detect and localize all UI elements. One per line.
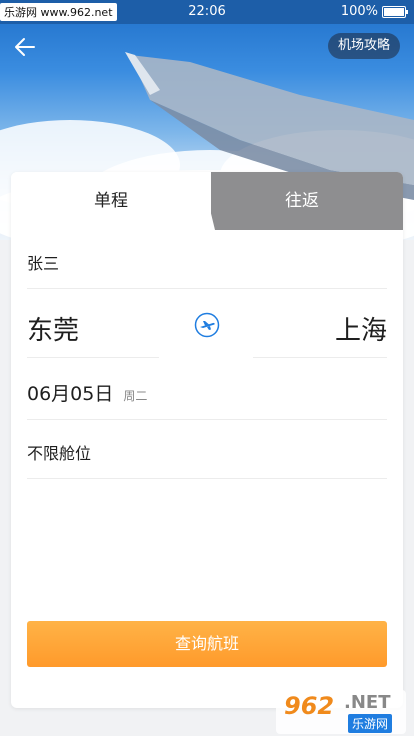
- watermark-number: 962: [284, 692, 335, 720]
- site-watermark: 962 .NET 乐游网: [276, 690, 406, 734]
- tab-one-way[interactable]: 单程: [11, 172, 211, 230]
- battery-icon: [382, 5, 408, 18]
- departure-city[interactable]: 东莞: [27, 310, 79, 347]
- date-field[interactable]: 06月05日 周二: [27, 379, 387, 406]
- battery-percent: 100%: [340, 4, 378, 19]
- tab-round-trip[interactable]: 往返: [201, 172, 403, 230]
- cabin-class-field[interactable]: 不限舱位: [27, 440, 387, 464]
- search-flights-button[interactable]: 查询航班: [27, 621, 387, 667]
- weekday-label: 周二: [123, 389, 148, 403]
- divider: [253, 357, 387, 358]
- divider: [27, 357, 159, 358]
- passenger-field[interactable]: 张三: [27, 250, 387, 274]
- divider: [27, 288, 387, 289]
- back-arrow-icon[interactable]: [12, 34, 38, 60]
- divider: [27, 478, 387, 479]
- status-bar: 乐游网 www.962.net 22:06 100%: [0, 0, 414, 24]
- airport-guide-button[interactable]: 机场攻略: [327, 33, 400, 59]
- search-card: 往返 单程 张三 东莞 上海 06月05日 周二 不限舱位 查询航班: [11, 172, 403, 708]
- plane-swap-icon[interactable]: [194, 312, 220, 338]
- arrival-city[interactable]: 上海: [335, 310, 387, 347]
- watermark-cn: 乐游网: [348, 714, 393, 733]
- date-value: 06月05日: [27, 383, 114, 405]
- trip-type-tabs: 往返 单程: [11, 172, 403, 230]
- divider: [27, 419, 387, 420]
- watermark-net: .NET: [344, 692, 391, 713]
